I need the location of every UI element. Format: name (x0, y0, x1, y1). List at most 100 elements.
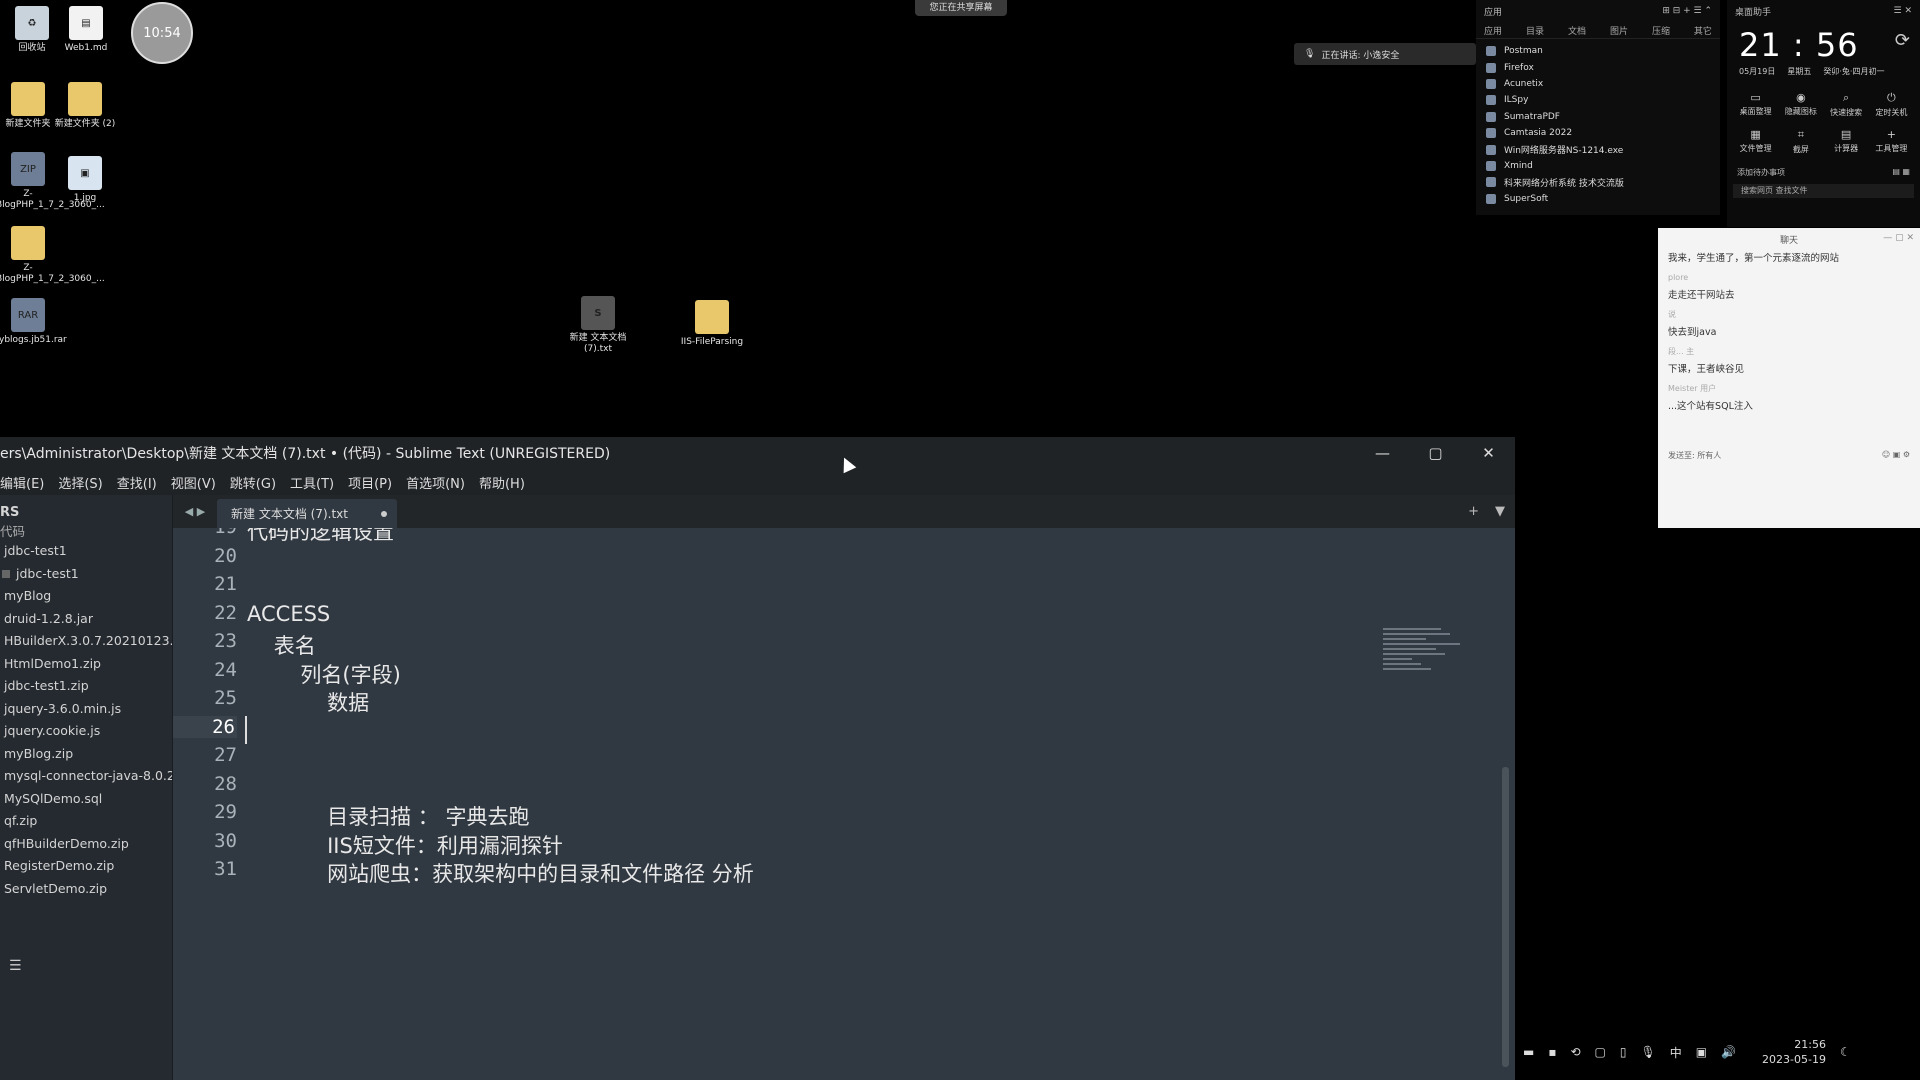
desktop-icon-zblog-zip[interactable]: ZIP Z-BlogPHP_1_7_2_3060_... (0, 152, 105, 211)
tray-app-icon[interactable]: ▬ (1523, 1045, 1534, 1059)
code-line[interactable]: 22 ACCESS (173, 602, 1493, 630)
sidebar-file-item[interactable]: jquery.cookie.js (0, 720, 172, 743)
menu-edit[interactable]: 编辑(E) (0, 473, 44, 492)
menu-find[interactable]: 查找(I) (117, 473, 157, 492)
code-line[interactable]: 30 IIS短文件：利用漏洞探针 (173, 830, 1493, 858)
todo-controls-icon[interactable]: ▤ ▦ (1892, 167, 1910, 178)
code-line[interactable]: 19 代码的逻辑设置 (173, 528, 1493, 544)
launcher-item-postman[interactable]: Postman (1476, 43, 1720, 59)
tray-clock[interactable]: 21:56 2023-05-19 (1762, 1037, 1826, 1067)
tab-new-text-doc[interactable]: 新建 文本文档 (7).txt (217, 499, 397, 528)
sidebar-file-item[interactable]: MySQlDemo.sql (0, 788, 172, 811)
hamburger-menu-icon[interactable]: ☰ (9, 958, 22, 974)
launcher-tab-docs[interactable]: 文档 (1568, 24, 1586, 37)
vertical-scrollbar[interactable] (1502, 767, 1509, 1067)
clock-widget[interactable]: 10:54 (131, 2, 193, 64)
menu-tools[interactable]: 工具(T) (290, 473, 334, 492)
new-tab-plus-icon[interactable]: + (1468, 495, 1479, 528)
ime-indicator[interactable]: 中 (1670, 1044, 1682, 1061)
desktop-icon-new-folder-2[interactable]: 新建文件夹 (2) (53, 82, 117, 130)
launcher-item-acunetix[interactable]: Acunetix (1476, 76, 1720, 92)
tool-hide-icons[interactable]: ◉ 隐藏图标 (1778, 91, 1823, 118)
sidebar-file-item[interactable]: jdbc-test1 (0, 563, 172, 586)
tray-overflow-icon[interactable]: ▪ (1548, 1045, 1556, 1059)
sidebar-file-item[interactable]: mysql-connector-java-8.0.28 (0, 765, 172, 788)
send-target-select[interactable]: 所有人 (1697, 451, 1721, 460)
minimap[interactable] (1383, 628, 1479, 696)
sidebar-file-item[interactable]: qf.zip (0, 810, 172, 833)
sidebar-file-item[interactable]: druid-1.2.8.jar (0, 608, 172, 631)
sidebar-file-item[interactable]: qfHBuilderDemo.zip (0, 833, 172, 856)
network-share-icon[interactable]: ⟲ (1570, 1045, 1580, 1059)
code-line[interactable]: 27 (173, 744, 1493, 772)
desktop-icon-fyblogs-rar[interactable]: RAR fyblogs.jb51.rar (0, 298, 67, 346)
unsaved-dot-icon[interactable] (381, 510, 387, 517)
code-line[interactable]: 21 (173, 573, 1493, 601)
tool-screenshot[interactable]: ⌗ 截屏 (1778, 128, 1823, 155)
launcher-controls[interactable]: ⊞ ⊟ + ☰ ⌃ (1662, 6, 1712, 16)
window-icon[interactable]: ▢ (1595, 1045, 1606, 1059)
tool-manage[interactable]: + 工具管理 (1869, 128, 1914, 155)
desktop-icon-new-folder[interactable]: 新建文件夹 (0, 82, 60, 130)
notification-icon[interactable]: ☾ (1840, 1045, 1851, 1059)
launcher-item-firefox[interactable]: Firefox (1476, 59, 1720, 75)
launcher-tab-apps[interactable]: 应用 (1484, 24, 1502, 37)
desktop-icon-new-text-doc[interactable]: S 新建 文本文档 (7).txt (566, 296, 630, 355)
launcher-item-camtasia[interactable]: Camtasia 2022 (1476, 125, 1720, 141)
sidebar-folder-label[interactable]: 代码 (0, 524, 172, 540)
volume-icon[interactable]: 🔊 (1721, 1045, 1736, 1059)
window-titlebar[interactable]: ers\Administrator\Desktop\新建 文本文档 (7).tx… (0, 437, 1515, 469)
code-line[interactable]: 31 网站爬虫：获取架构中的目录和文件路径 分析 (173, 858, 1493, 886)
assistant-search[interactable]: 搜索网页 查找文件 (1733, 184, 1914, 198)
desktop-icon-zblog-folder[interactable]: Z-BlogPHP_1_7_2_3060_... (0, 226, 105, 285)
desktop-icon-iis-fileparsing[interactable]: IIS-FileParsing (680, 300, 744, 348)
send-to-group[interactable]: 发送至: 所有人 (1668, 450, 1721, 461)
launcher-item-colasoft[interactable]: 科来网络分析系统 技术交流版 (1476, 174, 1720, 190)
minimize-button[interactable]: — (1356, 437, 1409, 469)
tab-dropdown-icon[interactable]: ▼ (1495, 495, 1505, 528)
tool-quick-search[interactable]: ⌕ 快速搜索 (1824, 91, 1869, 118)
code-line[interactable]: 23 表名 (173, 630, 1493, 658)
todo-row[interactable]: 添加待办事项 ▤ ▦ (1727, 155, 1920, 178)
code-line[interactable]: 28 (173, 773, 1493, 801)
desktop-icon-1-jpg[interactable]: ▣ 1.jpg (53, 156, 117, 204)
tool-desktop-organize[interactable]: ▭ 桌面整理 (1733, 91, 1778, 118)
menu-help[interactable]: 帮助(H) (479, 473, 525, 492)
launcher-item-supersoft[interactable]: SuperSoft (1476, 191, 1720, 207)
network-icon[interactable]: ▣ (1696, 1045, 1707, 1059)
battery-icon[interactable]: ▯ (1620, 1045, 1627, 1059)
sidebar-file-item[interactable]: RegisterDemo.zip (0, 855, 172, 878)
sidebar-file-item[interactable]: jdbc-test1.zip (0, 675, 172, 698)
sidebar-file-item[interactable]: ServletDemo.zip (0, 878, 172, 901)
tool-calculator[interactable]: ▤ 计算器 (1824, 128, 1869, 155)
code-line[interactable]: 20 (173, 545, 1493, 573)
menu-view[interactable]: 视图(V) (171, 473, 216, 492)
refresh-icon[interactable]: ⟳ (1895, 30, 1910, 51)
code-line[interactable]: 24 列名(字段) (173, 659, 1493, 687)
launcher-item-ilspy[interactable]: ILSpy (1476, 92, 1720, 108)
code-editor[interactable]: 19代码的逻辑设置202122ACCESS23 表名24 列名(字段)25 数据… (173, 528, 1493, 1080)
sidebar-file-item[interactable]: HBuilderX.3.0.7.20210123.zip (0, 630, 172, 653)
chat-tools-icon[interactable]: ☺ ▣ ⚙ (1882, 450, 1910, 461)
screen-share-bar[interactable]: 您正在共享屏幕 (915, 0, 1007, 16)
tool-file-manager[interactable]: ▦ 文件管理 (1733, 128, 1778, 155)
launcher-tab-other[interactable]: 其它 (1694, 24, 1712, 37)
launcher-item-xmind[interactable]: Xmind (1476, 158, 1720, 174)
close-button[interactable]: ✕ (1462, 437, 1515, 469)
sidebar-file-item[interactable]: HtmlDemo1.zip (0, 653, 172, 676)
tool-timed-shutdown[interactable]: ⏻ 定时关机 (1869, 91, 1914, 118)
launcher-tab-dirs[interactable]: 目录 (1526, 24, 1544, 37)
sidebar-file-item[interactable]: jquery-3.6.0.min.js (0, 698, 172, 721)
code-line[interactable]: 25 数据 (173, 687, 1493, 715)
desktop-icon-web1-md[interactable]: ▤ Web1.md (54, 6, 118, 54)
launcher-item-sumatrapdf[interactable]: SumatraPDF (1476, 109, 1720, 125)
menu-project[interactable]: 项目(P) (348, 473, 392, 492)
menu-goto[interactable]: 跳转(G) (230, 473, 276, 492)
sidebar-file-item[interactable]: jdbc-test1 (0, 540, 172, 563)
maximize-button[interactable]: ▢ (1409, 437, 1462, 469)
microphone-icon[interactable]: 🎙 (1641, 1045, 1656, 1059)
sidebar-file-item[interactable]: myBlog.zip (0, 743, 172, 766)
menu-preferences[interactable]: 首选项(N) (406, 473, 465, 492)
chat-window-controls[interactable]: — ▢ ✕ (1883, 233, 1914, 243)
menu-selection[interactable]: 选择(S) (58, 473, 102, 492)
